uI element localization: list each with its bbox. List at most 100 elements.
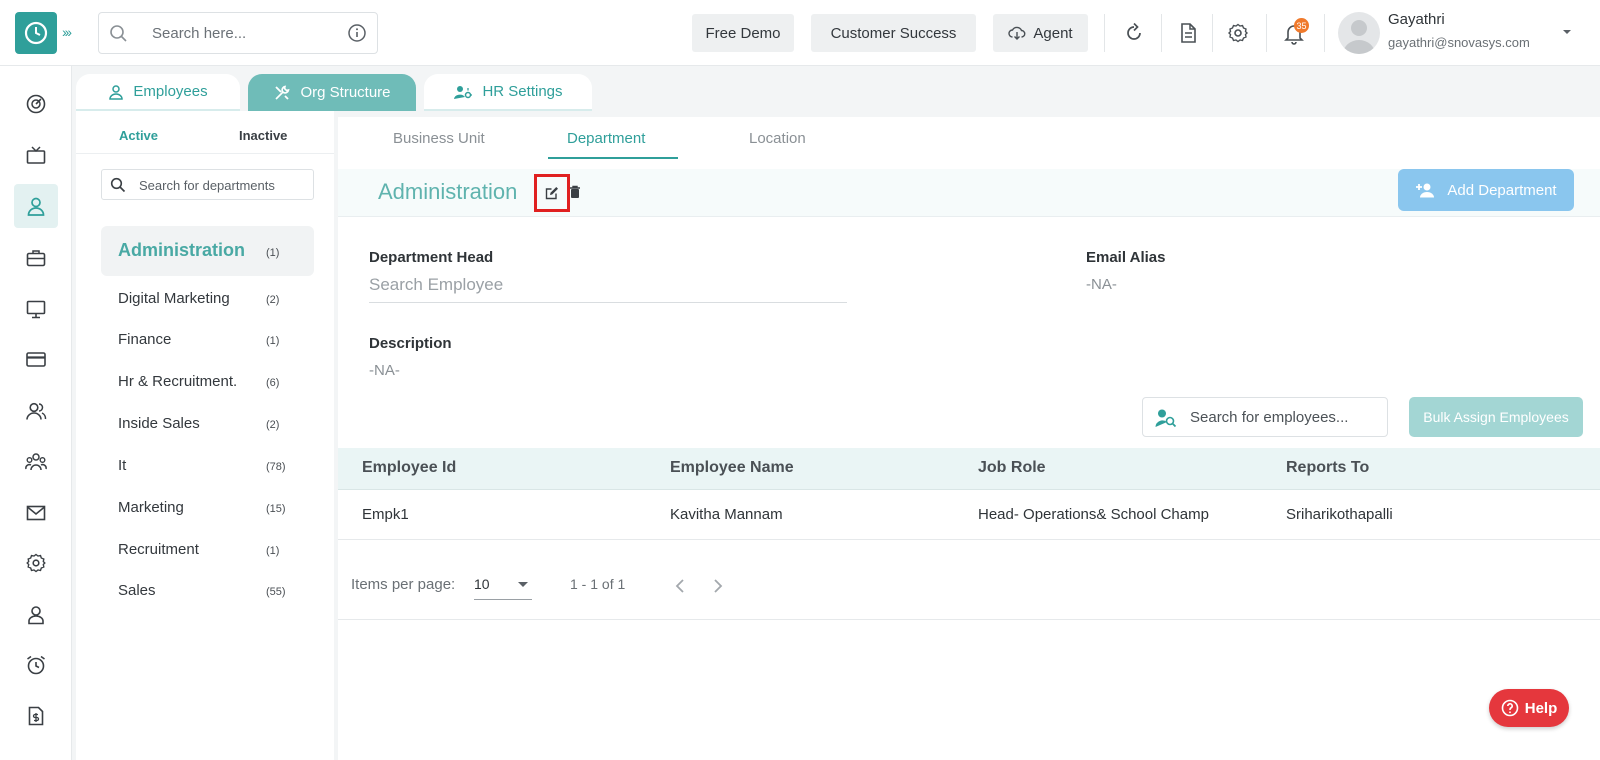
sync-icon[interactable] xyxy=(1122,21,1146,45)
rail-users[interactable] xyxy=(14,389,58,433)
department-item[interactable]: Finance (1) xyxy=(101,320,314,360)
department-name: Digital Marketing xyxy=(118,290,230,307)
agent-button[interactable]: Agent xyxy=(993,14,1088,52)
help-button[interactable]: Help xyxy=(1489,689,1569,727)
table-header: Employee Id Employee Name Job Role Repor… xyxy=(338,448,1600,490)
department-count: (2) xyxy=(266,294,280,306)
settings-icon xyxy=(26,553,46,573)
bulk-assign-button[interactable]: Bulk Assign Employees xyxy=(1409,397,1583,437)
app-logo[interactable] xyxy=(15,12,57,54)
department-name: It xyxy=(118,457,127,474)
rail-mail[interactable] xyxy=(14,491,58,535)
employee-search[interactable]: Search for employees... xyxy=(1142,397,1388,437)
department-item[interactable]: Digital Marketing (2) xyxy=(101,279,314,319)
tab-employees[interactable]: Employees xyxy=(76,74,240,111)
tv-icon xyxy=(26,146,46,164)
user-icon xyxy=(109,84,124,100)
rail-team[interactable] xyxy=(14,440,58,484)
divider xyxy=(1104,14,1105,52)
document-icon[interactable] xyxy=(1176,21,1200,45)
gear-icon[interactable] xyxy=(1226,21,1250,45)
department-head-field[interactable]: Search Employee xyxy=(369,275,847,303)
employee-search-input[interactable]: Search for employees... xyxy=(1190,409,1348,426)
chevron-right-icon[interactable] xyxy=(712,578,724,594)
description-value: -NA- xyxy=(369,362,400,379)
chevron-down-icon[interactable] xyxy=(1562,28,1572,36)
global-search[interactable]: Search here... xyxy=(98,12,378,54)
divider xyxy=(76,153,334,154)
add-department-button[interactable]: Add Department xyxy=(1398,169,1574,211)
department-item[interactable]: Sales (55) xyxy=(101,571,314,611)
department-item[interactable]: Inside Sales (2) xyxy=(101,404,314,444)
column-header[interactable]: Job Role xyxy=(978,459,1046,477)
tab-location[interactable]: Location xyxy=(749,130,806,147)
column-header[interactable]: Employee Name xyxy=(670,459,794,477)
department-name: Recruitment xyxy=(118,541,199,558)
rail-tv[interactable] xyxy=(14,134,58,178)
page-size-select[interactable]: 10 xyxy=(474,576,532,600)
tab-active[interactable]: Active xyxy=(119,128,158,143)
avatar[interactable] xyxy=(1338,12,1380,54)
free-demo-label: Free Demo xyxy=(705,24,781,42)
rail-assets[interactable] xyxy=(14,236,58,280)
department-count: (55) xyxy=(266,586,286,598)
rail-profile[interactable] xyxy=(14,593,58,637)
department-search-input[interactable]: Search for departments xyxy=(139,178,275,193)
description-label: Description xyxy=(369,335,452,352)
tab-org-structure[interactable]: Org Structure xyxy=(248,74,416,111)
department-name: Hr & Recruitment. xyxy=(118,373,238,390)
department-head-input[interactable]: Search Employee xyxy=(369,275,503,294)
rail-alarm[interactable] xyxy=(14,643,58,687)
department-item[interactable]: It (78) xyxy=(101,446,314,486)
user-avatar-icon xyxy=(1343,20,1375,54)
help-icon xyxy=(1501,699,1519,717)
tab-department[interactable]: Department xyxy=(567,130,645,147)
department-name: Marketing xyxy=(118,499,184,516)
rail-settings[interactable] xyxy=(14,541,58,585)
department-item[interactable]: Hr & Recruitment. (6) xyxy=(101,362,314,402)
delete-icon[interactable] xyxy=(569,185,581,199)
page-size-value: 10 xyxy=(474,576,490,592)
user-icon xyxy=(27,197,45,216)
expand-sidebar-icon[interactable]: ››› xyxy=(62,24,72,40)
column-header[interactable]: Employee Id xyxy=(362,459,456,477)
chevron-left-icon[interactable] xyxy=(674,578,686,594)
department-count: (6) xyxy=(266,377,280,389)
department-name: Administration xyxy=(118,240,246,260)
rail-employees[interactable] xyxy=(14,184,58,228)
briefcase-icon xyxy=(26,250,46,267)
edit-department-button[interactable] xyxy=(534,174,570,212)
global-search-input[interactable]: Search here... xyxy=(152,25,246,42)
department-item[interactable]: Marketing (15) xyxy=(101,488,314,528)
divider xyxy=(1266,14,1267,52)
department-count: (1) xyxy=(266,545,280,557)
rail-invoice[interactable] xyxy=(14,694,58,738)
tab-business-unit[interactable]: Business Unit xyxy=(393,130,485,147)
department-count: (15) xyxy=(266,503,286,515)
rail-dashboard[interactable] xyxy=(14,82,58,126)
email-alias-value: -NA- xyxy=(1086,276,1117,293)
department-search[interactable]: Search for departments xyxy=(101,169,314,200)
page-range: 1 - 1 of 1 xyxy=(570,576,626,592)
user-name: Gayathri xyxy=(1388,11,1445,28)
department-item[interactable]: Administration (1) xyxy=(101,226,314,276)
rail-monitor[interactable] xyxy=(14,287,58,331)
department-name: Finance xyxy=(118,331,172,348)
left-rail xyxy=(0,66,72,760)
customer-success-button[interactable]: Customer Success xyxy=(811,14,976,52)
free-demo-button[interactable]: Free Demo xyxy=(692,14,794,52)
table-row[interactable]: Empk1 Kavitha Mannam Head- Operations& S… xyxy=(338,490,1600,540)
department-count: (78) xyxy=(266,461,286,473)
paginator: Items per page: 10 1 - 1 of 1 xyxy=(338,540,1600,620)
department-count: (1) xyxy=(266,335,280,347)
tab-inactive[interactable]: Inactive xyxy=(239,128,287,143)
person-badge-icon xyxy=(28,606,44,625)
column-header[interactable]: Reports To xyxy=(1286,459,1369,477)
monitor-icon xyxy=(26,300,46,319)
invoice-icon xyxy=(28,706,44,726)
users-icon xyxy=(26,402,47,420)
department-item[interactable]: Recruitment (1) xyxy=(101,530,314,570)
tab-hr-settings[interactable]: HR Settings xyxy=(424,74,592,111)
rail-billing[interactable] xyxy=(14,337,58,381)
info-icon[interactable] xyxy=(347,23,367,43)
